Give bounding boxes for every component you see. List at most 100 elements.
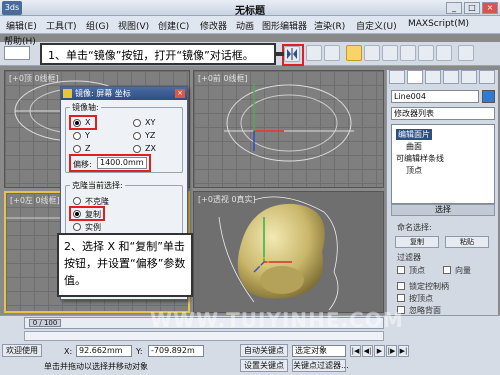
mirror-dialog-icon bbox=[63, 89, 72, 98]
menu-customize[interactable]: 自定义(U) bbox=[356, 19, 397, 32]
by-vertex-label: 按顶点 bbox=[409, 294, 433, 303]
prev-frame-icon[interactable]: ◀| bbox=[362, 345, 373, 357]
stack-item-edit-patch[interactable]: 编辑面片 bbox=[396, 129, 432, 140]
close-button[interactable]: × bbox=[482, 2, 498, 14]
hierarchy-tab-icon[interactable] bbox=[425, 70, 441, 84]
axis-yz-label: YZ bbox=[145, 131, 156, 140]
object-name-field[interactable]: Line004 bbox=[391, 90, 479, 103]
align-icon[interactable] bbox=[306, 45, 322, 61]
menu-rendering[interactable]: 渲染(R) bbox=[314, 19, 345, 32]
utilities-tab-icon[interactable] bbox=[479, 70, 495, 84]
window-title: 无标题 bbox=[235, 6, 265, 17]
clone-selection-group-label: 克隆当前选择: bbox=[70, 180, 125, 191]
vector-checkbox-label: 向量 bbox=[455, 266, 471, 275]
mirror-dialog-title: 镜像: 屏幕 坐标 bbox=[61, 87, 187, 100]
menu-group[interactable]: 组(G) bbox=[86, 19, 109, 32]
step1-arrow bbox=[276, 52, 284, 56]
material-editor-icon[interactable] bbox=[382, 45, 398, 61]
viewport-perspective-label: [+0透视 0真实] bbox=[198, 195, 256, 204]
menu-tools[interactable]: 工具(T) bbox=[46, 19, 77, 32]
modify-tab-icon[interactable] bbox=[407, 70, 423, 84]
time-slider-thumb[interactable]: 0 / 100 bbox=[29, 319, 61, 327]
key-filters-button[interactable]: 关键点过滤器... bbox=[292, 359, 349, 372]
lock-handles-label: 锁定控制柄 bbox=[409, 282, 449, 291]
viewport-top-label: [+0顶 0线框] bbox=[9, 74, 59, 83]
welcome-label: 欢迎使用 bbox=[2, 344, 42, 357]
next-frame-icon[interactable]: |▶ bbox=[386, 345, 397, 357]
selection-rollout-header[interactable]: 选择 bbox=[391, 204, 495, 216]
vertex-checkbox[interactable] bbox=[397, 266, 405, 274]
y-coord-field[interactable]: -709.892m bbox=[148, 345, 204, 357]
mirror-dialog-close-button[interactable]: × bbox=[175, 89, 185, 98]
track-bar[interactable] bbox=[24, 331, 384, 341]
minimize-button[interactable]: _ bbox=[446, 2, 462, 14]
command-panel: Line004 修改器列表 编辑面片 曲面 可编辑样条线 顶点 选择 命名选择:… bbox=[386, 70, 498, 332]
create-tab-icon[interactable] bbox=[389, 70, 405, 84]
by-vertex-checkbox[interactable] bbox=[397, 294, 405, 302]
layer-icon[interactable] bbox=[324, 45, 340, 61]
instance-clone-radio[interactable] bbox=[73, 223, 81, 231]
axis-x-highlight bbox=[69, 115, 97, 130]
menu-view[interactable]: 视图(V) bbox=[118, 19, 149, 32]
vector-checkbox[interactable] bbox=[443, 266, 451, 274]
step2-callout: 2、选择 X 和“复制”单击按钮，并设置“偏移”参数值。 bbox=[57, 233, 193, 297]
stack-item-vertex[interactable]: 顶点 bbox=[406, 165, 422, 176]
viewport-front-label: [+0前 0线框] bbox=[198, 74, 248, 83]
lock-handles-checkbox[interactable] bbox=[397, 282, 405, 290]
axis-zx-radio[interactable] bbox=[133, 145, 141, 153]
schematic-view-icon[interactable] bbox=[364, 45, 380, 61]
selection-filter-dropdown[interactable] bbox=[4, 46, 30, 60]
stack-item-editable-spline[interactable]: 可编辑样条线 bbox=[396, 153, 444, 164]
watermark-text: WWW.TUIYINHE.COM bbox=[150, 308, 404, 332]
axis-y-label: Y bbox=[85, 131, 90, 140]
axis-xy-label: XY bbox=[145, 118, 156, 127]
axis-xy-radio[interactable] bbox=[133, 119, 141, 127]
menu-animation[interactable]: 动画 bbox=[236, 19, 254, 32]
auto-key-button[interactable]: 自动关键点 bbox=[240, 344, 288, 357]
menu-create[interactable]: 创建(C) bbox=[158, 19, 189, 32]
prompt-text: 单击并拖动以选择并移动对象 bbox=[44, 362, 148, 371]
modifier-list-dropdown[interactable]: 修改器列表 bbox=[391, 107, 495, 120]
play-icon[interactable]: ▶ bbox=[374, 345, 385, 357]
motion-tab-icon[interactable] bbox=[443, 70, 459, 84]
offset-highlight bbox=[69, 154, 151, 172]
stack-item-surface[interactable]: 曲面 bbox=[406, 141, 422, 152]
go-to-end-icon[interactable]: ▶| bbox=[398, 345, 409, 357]
no-clone-radio[interactable] bbox=[73, 197, 81, 205]
teapot-render-icon[interactable] bbox=[458, 45, 474, 61]
step1-callout: 1、单击“镜像”按钮，打开“镜像”对话框。 bbox=[40, 43, 276, 65]
set-key-button[interactable]: 设置关键点 bbox=[240, 359, 288, 372]
maximize-button[interactable]: □ bbox=[464, 2, 480, 14]
copy-clone-highlight bbox=[69, 206, 105, 221]
menu-graph-editors[interactable]: 图形编辑器 bbox=[262, 19, 307, 32]
go-to-start-icon[interactable]: |◀ bbox=[350, 345, 361, 357]
axis-yz-radio[interactable] bbox=[133, 132, 141, 140]
filter-label: 过滤器 bbox=[397, 253, 421, 262]
axis-z-label: Z bbox=[85, 144, 91, 153]
render-frame-icon[interactable] bbox=[418, 45, 434, 61]
viewport-left-label: [+0左 0线框] bbox=[10, 196, 60, 205]
menu-edit[interactable]: 编辑(E) bbox=[6, 19, 37, 32]
copy-selection-button[interactable]: 复制 bbox=[395, 236, 439, 248]
axis-z-radio[interactable] bbox=[73, 145, 81, 153]
named-selection-label: 命名选择: bbox=[397, 223, 432, 232]
axis-y-radio[interactable] bbox=[73, 132, 81, 140]
x-coord-label: X: bbox=[64, 347, 73, 356]
paste-selection-button[interactable]: 粘贴 bbox=[445, 236, 489, 248]
modifier-stack: 编辑面片 曲面 可编辑样条线 顶点 bbox=[391, 124, 495, 204]
viewport-perspective[interactable]: [+0透视 0真实] bbox=[193, 191, 384, 313]
object-color-swatch[interactable] bbox=[482, 90, 495, 103]
display-tab-icon[interactable] bbox=[461, 70, 477, 84]
viewport-front[interactable]: [+0前 0线框] bbox=[193, 70, 384, 188]
menu-maxscript[interactable]: MAXScript(M) bbox=[408, 19, 469, 29]
axis-zx-label: ZX bbox=[145, 144, 156, 153]
quick-render-icon[interactable] bbox=[436, 45, 452, 61]
x-coord-field[interactable]: 92.662mm bbox=[76, 345, 132, 357]
vertex-checkbox-label: 顶点 bbox=[409, 266, 425, 275]
curve-editor-icon[interactable] bbox=[346, 45, 362, 61]
render-setup-icon[interactable] bbox=[400, 45, 416, 61]
selected-object-dropdown[interactable]: 选定对象 bbox=[292, 345, 346, 357]
menu-modifiers[interactable]: 修改器 bbox=[200, 19, 227, 32]
instance-clone-label: 实例 bbox=[85, 223, 101, 232]
menu-help[interactable]: 帮助(H) bbox=[4, 34, 36, 47]
